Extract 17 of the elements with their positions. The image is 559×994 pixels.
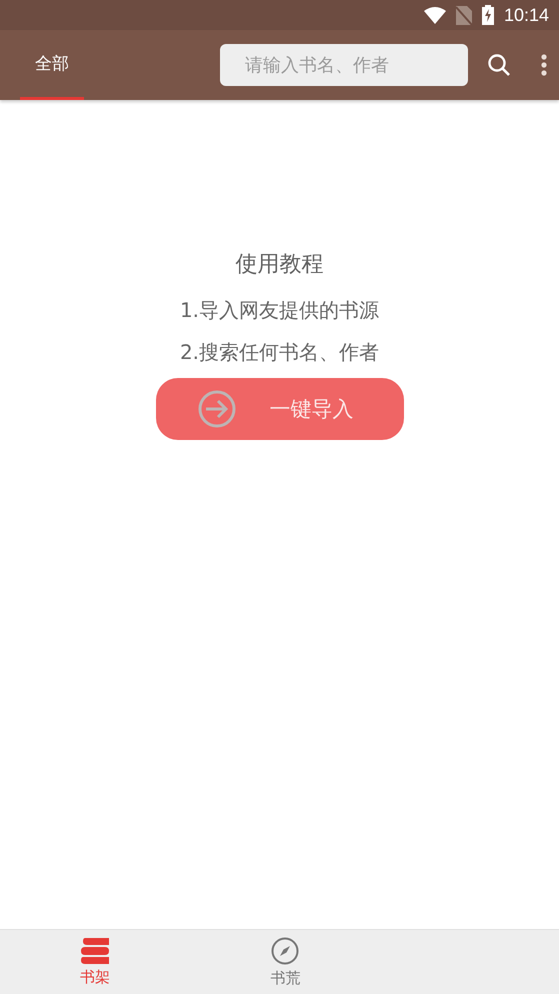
category-tab[interactable]: 全部 xyxy=(20,30,84,100)
compass-icon xyxy=(271,936,300,964)
nav-tab[interactable]: 书架 xyxy=(0,930,190,994)
tutorial-step: 2.搜索任何书名、作者 xyxy=(180,338,380,366)
nav-tab[interactable]: 书荒 xyxy=(190,930,381,994)
clock-time: 10:14 xyxy=(504,4,549,26)
import-button[interactable]: 一键导入 xyxy=(156,378,404,440)
wifi-icon xyxy=(424,6,446,24)
tutorial-step: 1.导入网友提供的书源 xyxy=(180,296,380,324)
books-icon xyxy=(81,938,110,964)
import-icon xyxy=(198,390,236,428)
tutorial-title: 使用教程 xyxy=(236,251,324,279)
more-icon[interactable] xyxy=(541,54,547,76)
search-icon[interactable] xyxy=(487,53,511,77)
battery-charging-icon xyxy=(482,5,494,25)
no-sim-icon xyxy=(456,6,472,24)
search-field[interactable]: 请输入书名、作者 xyxy=(220,44,468,86)
